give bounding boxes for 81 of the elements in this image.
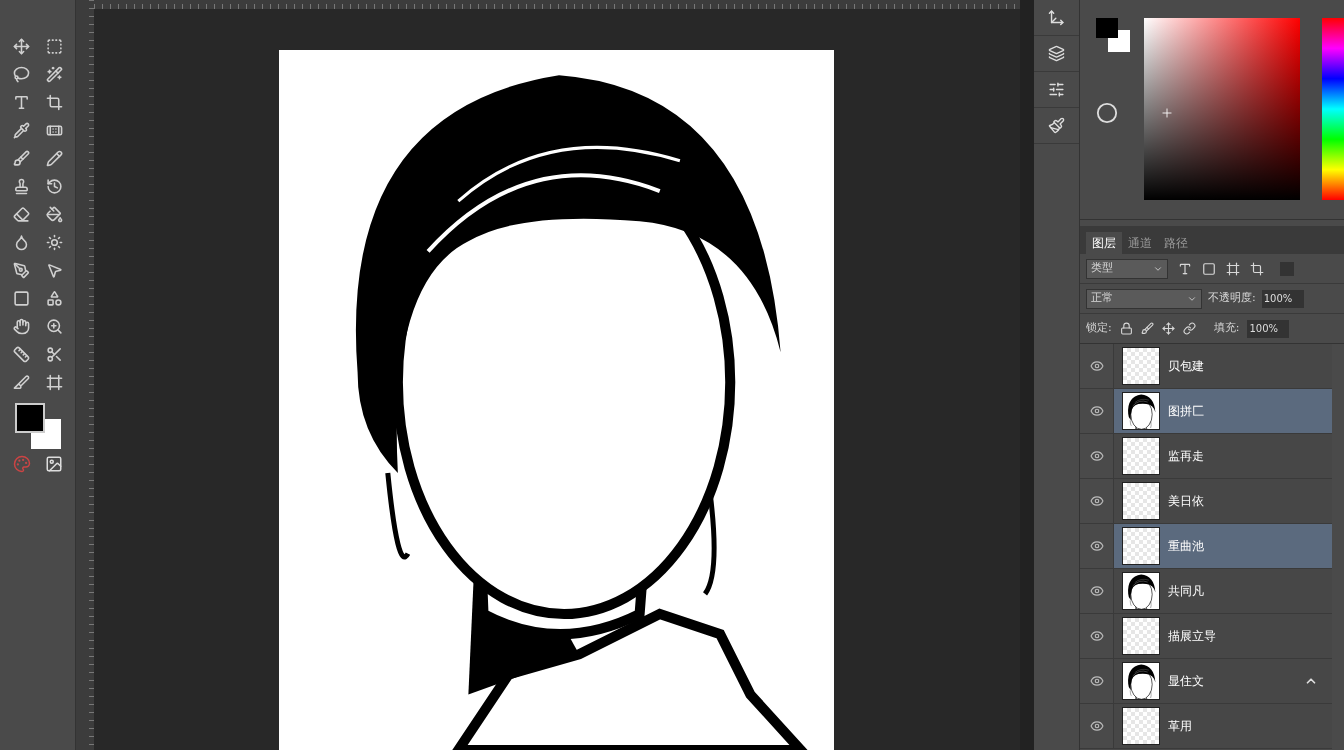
tool-icon[interactable]: [45, 290, 63, 307]
layer-name: 图拼匚: [1168, 403, 1205, 420]
layer-name: 监再走: [1168, 448, 1205, 465]
blank-thumbnail: [1123, 483, 1159, 519]
tool-icon[interactable]: [45, 150, 63, 167]
lock-label: 锁定:: [1086, 320, 1112, 337]
figure-thumbnail: [1123, 663, 1159, 699]
panel-icon[interactable]: [1048, 45, 1065, 62]
fill-field[interactable]: 100%: [1247, 319, 1290, 338]
tool-icon[interactable]: [12, 206, 30, 223]
figure-thumbnail: [1123, 573, 1159, 609]
tool-icon[interactable]: [45, 346, 63, 363]
layer-name: 革用: [1168, 718, 1193, 735]
visibility-icon[interactable]: [1089, 494, 1104, 508]
tool-icon[interactable]: [12, 38, 30, 55]
blank-thumbnail: [1123, 618, 1159, 654]
blank-thumbnail: [1123, 528, 1159, 564]
visibility-icon[interactable]: [1089, 539, 1104, 553]
blank-thumbnail: [1123, 438, 1159, 474]
panel-icon[interactable]: [1048, 9, 1065, 26]
filter-icon[interactable]: [1178, 261, 1192, 276]
tool-icon[interactable]: [45, 262, 63, 279]
filter-icon[interactable]: [1250, 261, 1264, 276]
tool-icon[interactable]: [12, 66, 30, 83]
filter-dropdown[interactable]: 类型: [1086, 258, 1168, 279]
tool-icon[interactable]: [12, 346, 30, 363]
opacity-label: 不透明度:: [1208, 290, 1256, 307]
tool-icon[interactable]: [45, 234, 63, 251]
lock-icon[interactable]: [1161, 322, 1175, 335]
layer-name: 重曲池: [1168, 538, 1205, 555]
lock-icon[interactable]: [1182, 322, 1196, 335]
panel-icon[interactable]: [1048, 117, 1065, 134]
tool-icon[interactable]: [12, 178, 30, 195]
panel-tab[interactable]: 通道: [1122, 232, 1158, 254]
visibility-icon[interactable]: [1089, 449, 1104, 463]
tool-icon[interactable]: [45, 206, 63, 223]
lock-icon[interactable]: [1119, 322, 1133, 335]
blend-mode-dropdown[interactable]: 正常: [1086, 288, 1202, 309]
layer-name: 显住文: [1168, 673, 1205, 690]
filter-icon[interactable]: [1226, 261, 1240, 276]
visibility-icon[interactable]: [1089, 674, 1104, 688]
layer-name: 美日依: [1168, 493, 1205, 510]
layer-row[interactable]: 重曲池: [1114, 524, 1332, 568]
visibility-icon[interactable]: [1089, 719, 1104, 733]
panel-tab[interactable]: 图层: [1086, 232, 1122, 254]
crosshair-icon: [1160, 106, 1174, 120]
visibility-icon[interactable]: [1089, 359, 1104, 373]
tool-icon[interactable]: [45, 38, 63, 55]
tool-icon[interactable]: [12, 290, 30, 307]
visibility-icon[interactable]: [1089, 629, 1104, 643]
tool-icon[interactable]: [45, 374, 63, 391]
layer-name: 贝包建: [1168, 358, 1205, 375]
tool-icon[interactable]: [12, 318, 30, 335]
tool-icon[interactable]: [12, 94, 30, 111]
panel-icon[interactable]: [1048, 81, 1065, 98]
tool-icon[interactable]: [45, 94, 63, 111]
tool-icon[interactable]: [45, 122, 63, 139]
visibility-icon[interactable]: [1089, 404, 1104, 418]
tool-icon[interactable]: [45, 318, 63, 335]
layer-name: 描展立导: [1168, 628, 1217, 645]
fill-label: 填充:: [1213, 320, 1240, 337]
color-swatches[interactable]: [1096, 18, 1130, 52]
tool-icon[interactable]: [12, 150, 30, 167]
visibility-icon[interactable]: [1089, 584, 1104, 598]
filter-icon[interactable]: [1202, 261, 1216, 276]
figure-thumbnail: [1123, 393, 1159, 429]
panel-tab[interactable]: 路径: [1158, 232, 1194, 254]
blank-thumbnail: [1123, 348, 1159, 384]
tool-icon[interactable]: [45, 178, 63, 195]
blank-thumbnail: [1123, 708, 1159, 744]
screen-mode-icon[interactable]: [44, 455, 63, 473]
tool-icon[interactable]: [12, 374, 30, 391]
tool-icon[interactable]: [45, 66, 63, 83]
lock-icon[interactable]: [1140, 322, 1154, 335]
layer-name: 共同凡: [1168, 583, 1205, 600]
color-field[interactable]: [1144, 18, 1300, 200]
tool-icon[interactable]: [12, 262, 30, 279]
color-swatches[interactable]: [14, 403, 61, 449]
layer-row[interactable]: 图拼匚: [1114, 389, 1332, 433]
opacity-field[interactable]: 100%: [1261, 289, 1304, 308]
tool-icon[interactable]: [12, 122, 30, 139]
